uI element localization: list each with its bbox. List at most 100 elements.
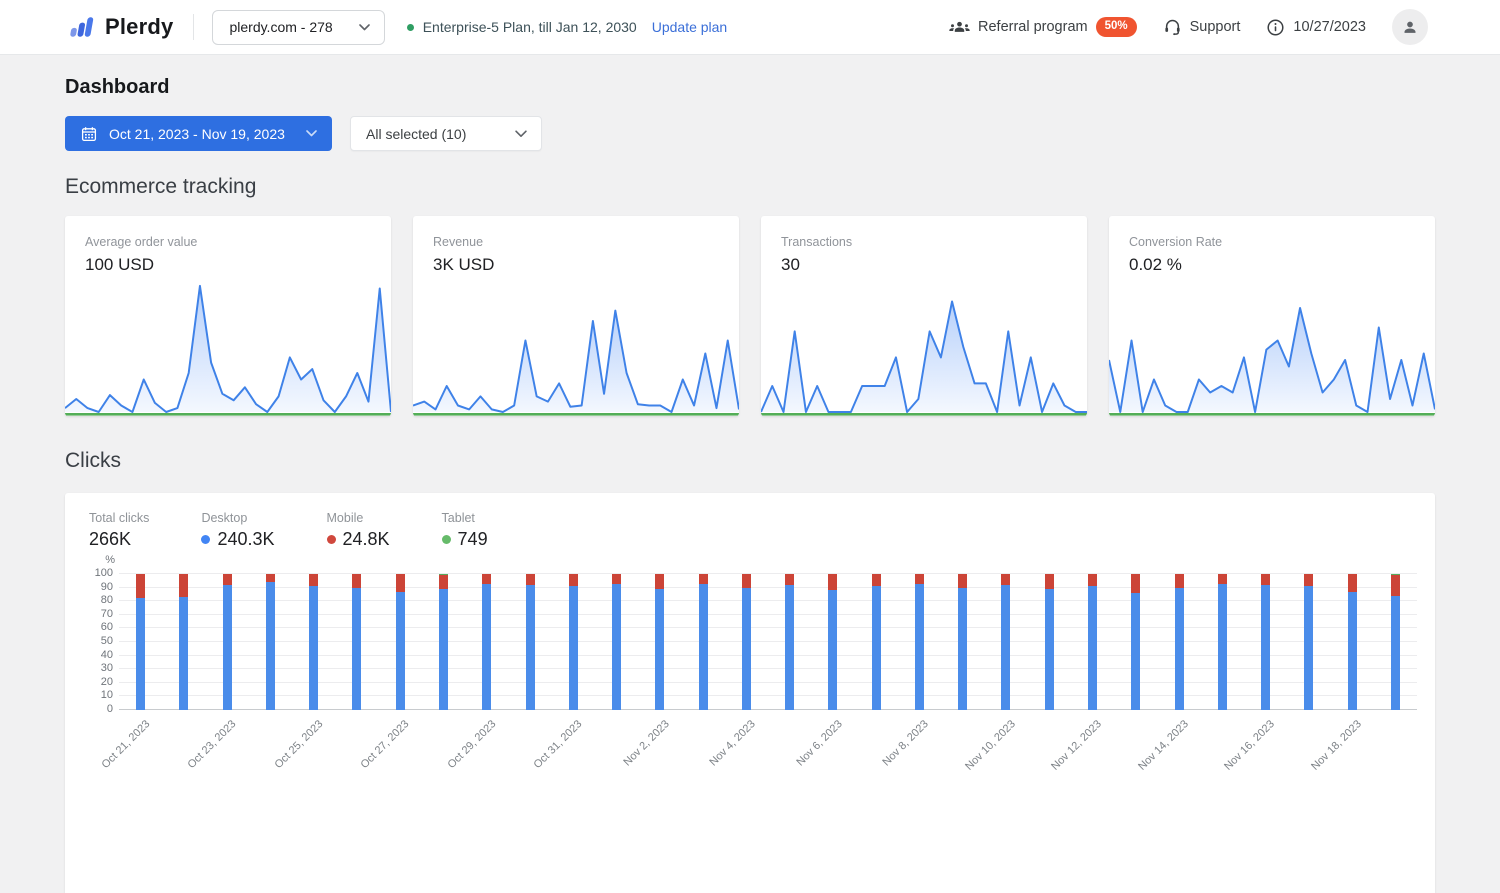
stat-total-clicks[interactable]: Total clicks 266K [89,511,149,550]
clicks-bar[interactable] [439,574,448,710]
bar-segment-mobile [655,574,664,589]
y-axis-label: 80 [81,594,113,606]
clicks-bar[interactable] [958,574,967,710]
y-axis-label: 30 [81,662,113,674]
x-axis-label: Nov 10, 2023 [963,718,1018,773]
sparkline [413,276,739,416]
clicks-bar[interactable] [482,574,491,710]
metric-label: Transactions [761,216,1087,249]
clicks-bar[interactable] [1304,574,1313,710]
clicks-bar[interactable] [223,574,232,710]
clicks-bar[interactable] [1175,574,1184,710]
sparkline [1109,276,1435,416]
clicks-bar[interactable] [569,574,578,710]
bar-segment-mobile [1218,574,1227,584]
bar-segment-desktop [958,588,967,710]
clicks-bar[interactable] [352,574,361,710]
bar-segment-mobile [266,574,275,582]
update-plan-link[interactable]: Update plan [652,19,728,35]
x-axis-label: Oct 31, 2023 [532,718,585,771]
ecommerce-section-title: Ecommerce tracking [65,175,1435,199]
clicks-bar[interactable] [1391,574,1400,710]
filter-bar: Oct 21, 2023 - Nov 19, 2023 All selected… [65,116,1435,151]
bar-segment-mobile [958,574,967,588]
x-axis-label: Nov 4, 2023 [707,718,757,768]
clicks-bar[interactable] [1045,574,1054,710]
legend-dot-tablet [442,535,451,544]
date-range-button[interactable]: Oct 21, 2023 - Nov 19, 2023 [65,116,332,151]
metric-card-conversion-rate[interactable]: Conversion Rate 0.02 % [1109,216,1435,416]
plerdy-logo[interactable]: Plerdy [66,13,173,41]
headset-icon [1163,17,1182,37]
x-axis-label: Oct 21, 2023 [99,718,152,771]
clicks-bar[interactable] [1001,574,1010,710]
y-axis-unit: % [85,554,115,566]
bar-segment-desktop [1348,592,1357,710]
stat-mobile[interactable]: Mobile 24.8K [327,511,390,550]
bar-segment-desktop [569,586,578,710]
bar-segment-mobile [396,574,405,592]
pages-filter-select[interactable]: All selected (10) [350,116,542,151]
support[interactable]: Support [1163,17,1241,37]
bar-segment-mobile [1304,574,1313,586]
metric-card-revenue[interactable]: Revenue 3K USD [413,216,739,416]
sparkline-svg [761,276,1087,416]
clicks-bar[interactable] [1131,574,1140,710]
bar-segment-desktop [1045,589,1054,710]
data-collection-date[interactable]: 10/27/2023 [1266,18,1366,37]
metric-value: 100 USD [65,249,391,275]
bar-segment-mobile [872,574,881,586]
clicks-bar[interactable] [872,574,881,710]
bar-segment-mobile [569,574,578,586]
clicks-bar[interactable] [699,574,708,710]
metric-label: Average order value [65,216,391,249]
clicks-bar[interactable] [396,574,405,710]
avatar[interactable] [1392,9,1428,45]
bar-segment-mobile [482,574,491,584]
clicks-legend: Total clicks 266K Desktop 240.3K Mobile … [85,511,1419,550]
clicks-bar[interactable] [785,574,794,710]
metric-card-transactions[interactable]: Transactions 30 [761,216,1087,416]
clicks-bar[interactable] [1348,574,1357,710]
date-range-value: Oct 21, 2023 - Nov 19, 2023 [109,126,285,142]
clicks-bar[interactable] [179,574,188,710]
bar-segment-desktop [1391,596,1400,710]
bar-segment-desktop [526,585,535,710]
brand-name: Plerdy [105,14,173,40]
clicks-bar[interactable] [1218,574,1227,710]
bar-segment-desktop [1304,586,1313,710]
x-axis-label: Nov 2, 2023 [621,718,671,768]
domain-selector-value: plerdy.com - 278 [229,19,332,35]
clicks-bar[interactable] [828,574,837,710]
bar-segment-desktop [309,586,318,710]
bar-segment-mobile [1045,574,1054,589]
referral-program[interactable]: Referral program 50% [949,17,1137,37]
x-axis-label: Nov 18, 2023 [1309,718,1364,773]
clicks-bar[interactable] [742,574,751,710]
clicks-bar[interactable] [266,574,275,710]
clicks-bar[interactable] [915,574,924,710]
bar-segment-mobile [1391,575,1400,595]
y-axis-label: 60 [81,621,113,633]
stat-tablet[interactable]: Tablet 749 [442,511,488,550]
clicks-bar[interactable] [1261,574,1270,710]
domain-selector[interactable]: plerdy.com - 278 [212,10,384,45]
referral-program-label: Referral program [978,19,1088,35]
plan-info: Enterprise-5 Plan, till Jan 12, 2030 Upd… [407,19,728,35]
clicks-bar[interactable] [655,574,664,710]
y-axis-label: 0 [81,703,113,715]
clicks-bar[interactable] [526,574,535,710]
bar-segment-mobile [526,574,535,585]
metric-card-average-order-value[interactable]: Average order value 100 USD [65,216,391,416]
clicks-bar[interactable] [309,574,318,710]
x-axis-label: Oct 23, 2023 [186,718,239,771]
clicks-bar[interactable] [136,574,145,710]
clicks-bar[interactable] [1088,574,1097,710]
bar-segment-mobile [1348,574,1357,592]
clicks-bar[interactable] [612,574,621,710]
people-group-icon [949,20,970,35]
bar-segment-mobile [223,574,232,585]
x-axis-label: Nov 6, 2023 [794,718,844,768]
stat-desktop[interactable]: Desktop 240.3K [201,511,274,550]
bar-segment-desktop [1131,593,1140,710]
